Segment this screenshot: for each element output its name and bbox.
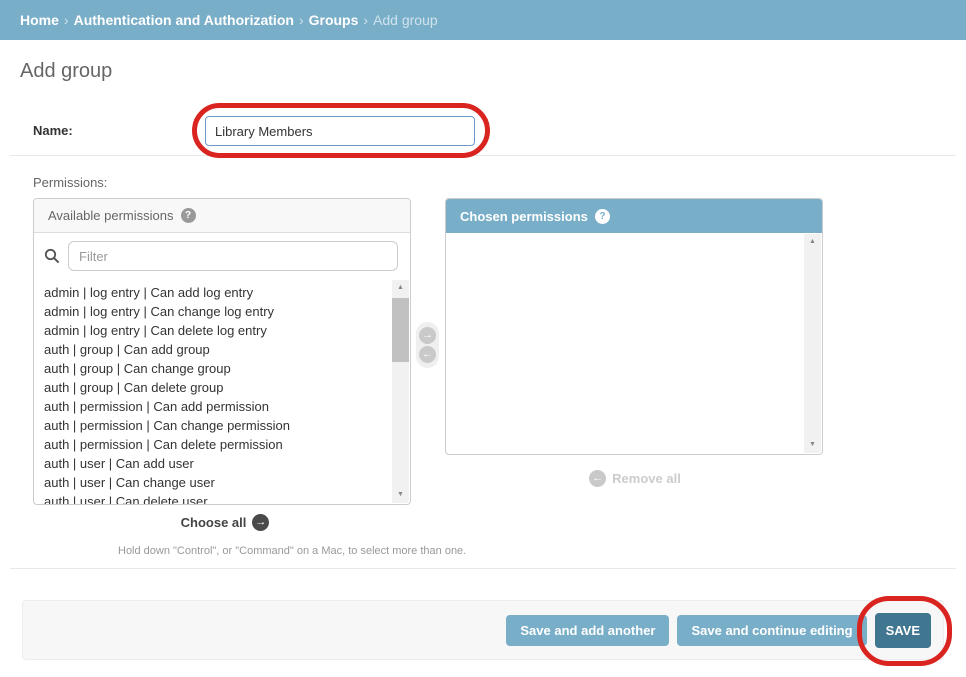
remove-arrow-icon[interactable]: ← bbox=[419, 346, 436, 363]
available-permissions-box: Available permissions ? admin | log entr… bbox=[33, 198, 411, 505]
name-input[interactable] bbox=[205, 116, 475, 146]
chosen-permissions-box: Chosen permissions ? ▲ ▼ bbox=[445, 198, 823, 455]
permission-option[interactable]: auth | group | Can change group bbox=[34, 359, 410, 378]
remove-all-link[interactable]: ← Remove all bbox=[550, 470, 720, 487]
permission-option[interactable]: auth | user | Can add user bbox=[34, 454, 410, 473]
choose-arrow-icon[interactable]: → bbox=[419, 327, 436, 344]
chosen-permissions-header: Chosen permissions ? bbox=[446, 199, 822, 233]
choose-all-label: Choose all bbox=[181, 515, 247, 530]
scroll-up-icon[interactable]: ▲ bbox=[392, 280, 409, 296]
permission-option[interactable]: admin | log entry | Can add log entry bbox=[34, 283, 410, 302]
remove-all-label: Remove all bbox=[612, 471, 681, 486]
available-list-scrollbar[interactable]: ▲ ▼ bbox=[392, 280, 409, 503]
chosen-list-scrollbar[interactable]: ▲ ▼ bbox=[804, 234, 821, 453]
permission-option[interactable]: auth | group | Can add group bbox=[34, 340, 410, 359]
permission-option[interactable]: auth | group | Can delete group bbox=[34, 378, 410, 397]
breadcrumb-groups[interactable]: Groups bbox=[309, 12, 359, 28]
available-permissions-list[interactable]: admin | log entry | Can add log entryadm… bbox=[34, 279, 410, 504]
remove-all-arrow-icon: ← bbox=[589, 470, 606, 487]
scroll-down-icon[interactable]: ▼ bbox=[392, 487, 409, 503]
filter-row bbox=[34, 233, 410, 279]
section-divider bbox=[10, 568, 956, 569]
selector-help-text: Hold down "Control", or "Command" on a M… bbox=[118, 545, 466, 557]
breadcrumb-home[interactable]: Home bbox=[20, 12, 59, 28]
permission-option[interactable]: auth | user | Can delete user bbox=[34, 492, 410, 504]
breadcrumb-separator: › bbox=[358, 12, 373, 28]
permission-option[interactable]: admin | log entry | Can change log entry bbox=[34, 302, 410, 321]
add-group-page: Home›Authentication and Authorization›Gr… bbox=[0, 0, 966, 677]
section-divider bbox=[10, 155, 956, 156]
page-title: Add group bbox=[20, 60, 112, 83]
choose-all-link[interactable]: Choose all → bbox=[140, 514, 310, 531]
choose-all-arrow-icon: → bbox=[252, 514, 269, 531]
breadcrumb-separator: › bbox=[59, 12, 74, 28]
available-permissions-header: Available permissions ? bbox=[34, 199, 410, 233]
help-icon[interactable]: ? bbox=[181, 208, 196, 223]
permissions-label: Permissions: bbox=[33, 175, 107, 190]
breadcrumb: Home›Authentication and Authorization›Gr… bbox=[0, 0, 966, 40]
move-arrows: → ← bbox=[416, 322, 439, 368]
breadcrumb-separator: › bbox=[294, 12, 309, 28]
chosen-permissions-list[interactable] bbox=[446, 233, 822, 454]
breadcrumb-current-page: Add group bbox=[373, 12, 438, 28]
save-and-continue-editing-button[interactable]: Save and continue editing bbox=[677, 615, 866, 646]
filter-input[interactable] bbox=[68, 241, 398, 271]
permission-option[interactable]: auth | permission | Can change permissio… bbox=[34, 416, 410, 435]
scrollbar-thumb[interactable] bbox=[392, 298, 409, 362]
scroll-down-icon[interactable]: ▼ bbox=[804, 437, 821, 453]
permission-option[interactable]: admin | log entry | Can delete log entry bbox=[34, 321, 410, 340]
scroll-up-icon[interactable]: ▲ bbox=[804, 234, 821, 250]
permission-option[interactable]: auth | permission | Can add permission bbox=[34, 397, 410, 416]
submit-row: Save and add another Save and continue e… bbox=[22, 600, 944, 660]
permission-option[interactable]: auth | user | Can change user bbox=[34, 473, 410, 492]
name-label: Name: bbox=[33, 123, 73, 138]
chosen-permissions-title: Chosen permissions bbox=[460, 200, 588, 233]
save-button[interactable]: SAVE bbox=[875, 613, 931, 648]
permission-option[interactable]: auth | permission | Can delete permissio… bbox=[34, 435, 410, 454]
breadcrumb-auth[interactable]: Authentication and Authorization bbox=[74, 12, 294, 28]
save-and-add-another-button[interactable]: Save and add another bbox=[506, 615, 669, 646]
available-permissions-title: Available permissions bbox=[48, 199, 174, 232]
search-icon bbox=[44, 248, 60, 264]
help-icon[interactable]: ? bbox=[595, 209, 610, 224]
